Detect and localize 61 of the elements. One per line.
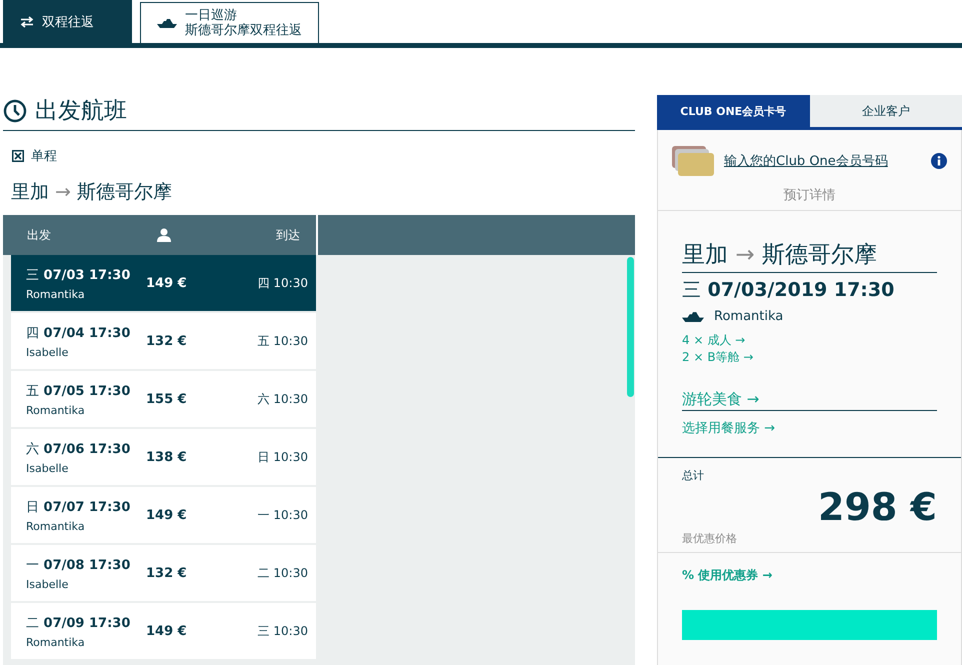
price: 149 € bbox=[146, 276, 188, 290]
checkbox[interactable] bbox=[12, 150, 24, 162]
departure-time: 二 07/09 17:30 bbox=[26, 614, 132, 632]
arrival-time: 三 10:30 bbox=[258, 622, 308, 640]
departure-time: 四 07/04 17:30 bbox=[26, 324, 132, 342]
departure-time: 日 07/07 17:30 bbox=[26, 498, 132, 516]
swap-icon bbox=[20, 16, 34, 28]
departure-time: 六 07/06 17:30 bbox=[26, 440, 132, 458]
price: 138 € bbox=[146, 450, 188, 464]
club-one-link[interactable]: 输入您的Club One会员号码 bbox=[724, 152, 921, 170]
departure-date: 三 07/03/2019 17:30 bbox=[682, 278, 896, 303]
arrival-time: 日 10:30 bbox=[258, 448, 308, 466]
route-title: 里加 → 斯德哥尔摩 bbox=[11, 180, 174, 205]
price: 132 € bbox=[146, 334, 188, 348]
column-header: 出发 bbox=[27, 226, 51, 244]
ship-icon bbox=[157, 18, 177, 28]
sailing-row[interactable]: 二 07/09 17:30 Romantika 149 € 三 10:30 bbox=[11, 603, 316, 659]
ship-name: Isabelle bbox=[26, 346, 70, 358]
clock-icon bbox=[3, 98, 27, 122]
ship-name: Isabelle bbox=[26, 462, 70, 474]
departure-time: 一 07/08 17:30 bbox=[26, 556, 132, 574]
customer-tab[interactable]: 企业客户 bbox=[810, 95, 962, 127]
price-note: 最优惠价格 bbox=[682, 531, 738, 546]
ship-name: Romantika bbox=[26, 288, 86, 300]
trip-tab[interactable]: 一日巡游 斯德哥尔摩双程往返 bbox=[140, 2, 319, 43]
price: 149 € bbox=[146, 624, 188, 638]
arrival-time: 二 10:30 bbox=[258, 564, 308, 582]
total-label: 总计 bbox=[682, 468, 705, 483]
member-cards-icon bbox=[672, 146, 714, 176]
sailing-row[interactable]: 四 07/04 17:30 Isabelle 132 € 五 10:30 bbox=[11, 313, 316, 369]
price: 155 € bbox=[146, 392, 188, 406]
departure-time: 五 07/05 17:30 bbox=[26, 382, 132, 400]
sailing-row[interactable]: 日 07/07 17:30 Romantika 149 € 一 10:30 bbox=[11, 487, 316, 543]
checkbox-label: 单程 bbox=[31, 148, 57, 165]
ship-name: Romantika bbox=[26, 404, 86, 416]
sailing-row[interactable]: 三 07/03 17:30 Romantika 149 € 四 10:30 bbox=[11, 255, 316, 311]
total-amount: 298 € bbox=[818, 485, 937, 529]
price: 132 € bbox=[146, 566, 188, 580]
ship-name: Isabelle bbox=[26, 578, 70, 590]
section-title: 出发航班 bbox=[35, 97, 127, 126]
booking-heading: 预订详情 bbox=[658, 176, 961, 211]
scrollbar[interactable] bbox=[627, 257, 634, 397]
sailing-row[interactable]: 一 07/08 17:30 Isabelle 132 € 二 10:30 bbox=[11, 545, 316, 601]
ship-name: Romantika bbox=[26, 636, 86, 648]
arrival-time: 六 10:30 bbox=[258, 390, 308, 408]
person-icon bbox=[156, 228, 170, 242]
arrival-time: 一 10:30 bbox=[258, 506, 308, 524]
column-header: 到达 bbox=[276, 226, 300, 244]
ship-icon bbox=[682, 311, 704, 322]
info-icon[interactable] bbox=[931, 153, 947, 169]
departure-time: 三 07/03 17:30 bbox=[26, 266, 132, 284]
ship-name: Romantika bbox=[714, 309, 784, 324]
customer-tab[interactable]: CLUB ONE会员卡号 bbox=[657, 95, 810, 127]
route-title: 里加 → 斯德哥尔摩 bbox=[682, 239, 937, 273]
sailing-row[interactable]: 六 07/06 17:30 Isabelle 138 € 日 10:30 bbox=[11, 429, 316, 485]
price: 149 € bbox=[146, 508, 188, 522]
trip-tab[interactable]: 双程往返 bbox=[3, 0, 132, 43]
sailing-row[interactable]: 五 07/05 17:30 Romantika 155 € 六 10:30 bbox=[11, 371, 316, 427]
ship-name: Romantika bbox=[26, 520, 86, 532]
arrival-time: 四 10:30 bbox=[258, 274, 308, 292]
arrival-time: 五 10:30 bbox=[258, 332, 308, 350]
